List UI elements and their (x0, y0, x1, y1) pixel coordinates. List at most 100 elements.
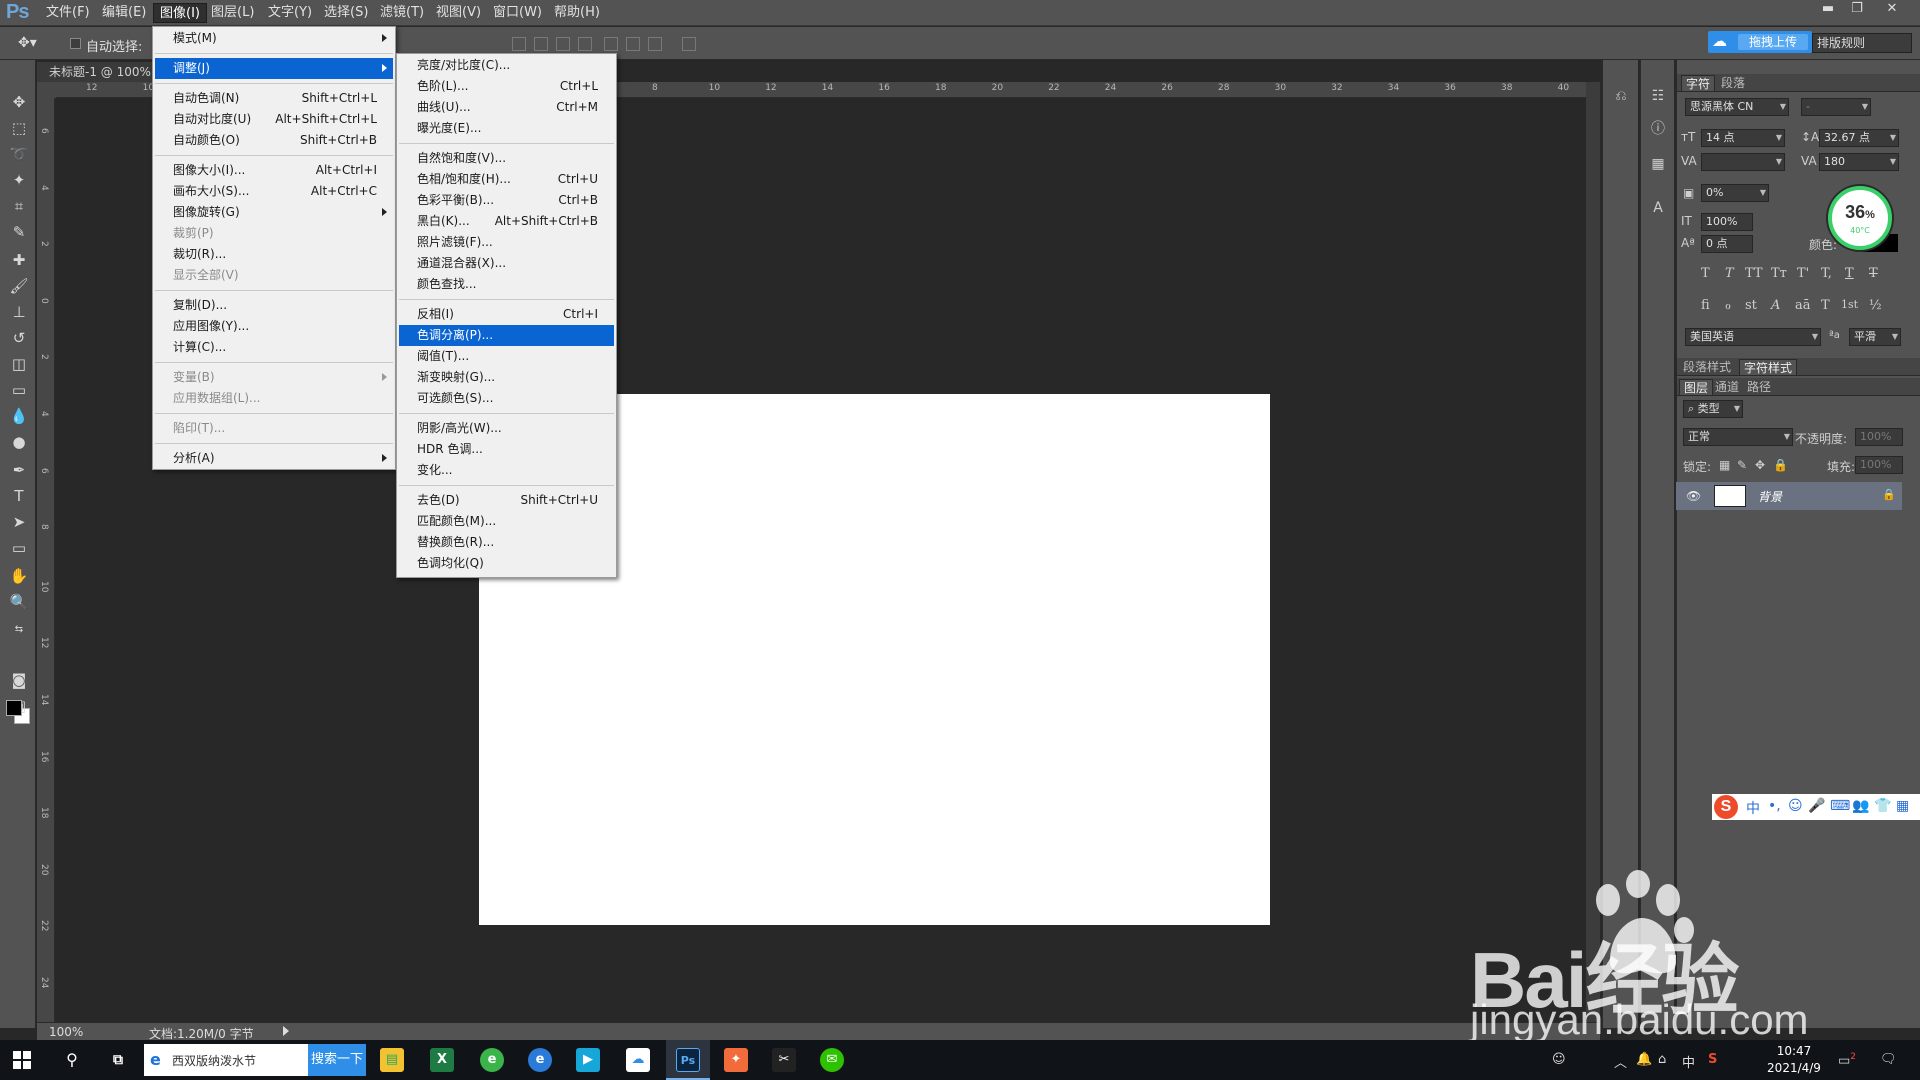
adjust-menu-item-15[interactable]: 阈值(T)... (399, 346, 614, 367)
lock-transparent-icon[interactable]: ▦ (1719, 458, 1730, 472)
adjust-menu-item-20[interactable]: HDR 色调... (399, 439, 614, 460)
sogou-tray-icon[interactable]: S (1708, 1052, 1717, 1067)
align-vcenter-icon[interactable] (534, 37, 548, 51)
menu-type[interactable]: 文字(Y) (262, 3, 318, 23)
image-menu-item-2[interactable]: 调整(J) (155, 58, 393, 79)
align-top-icon[interactable] (512, 37, 526, 51)
image-menu-item-9[interactable]: 画布大小(S)... Alt+Ctrl+C (155, 181, 393, 202)
action-center-badge-icon[interactable]: ▭2 (1838, 1052, 1856, 1068)
blend-mode-select[interactable]: 正常 ▼ (1683, 428, 1793, 446)
menu-image[interactable]: 图像(I) (153, 3, 207, 23)
all-caps-button[interactable]: TT (1745, 266, 1763, 281)
calendar-app-icon[interactable]: ▤ (380, 1048, 404, 1072)
tracking-field[interactable]: 180 ▼ (1819, 153, 1899, 171)
adjust-menu-item-2[interactable]: 曲线(U)... Ctrl+M (399, 97, 614, 118)
adjust-menu-item-8[interactable]: 黑白(K)... Alt+Shift+Ctrl+B (399, 211, 614, 232)
capcut-icon[interactable]: ✂ (772, 1048, 796, 1072)
adjust-menu-item-19[interactable]: 阴影/高光(W)... (399, 418, 614, 439)
align-left-icon[interactable] (578, 37, 592, 51)
swash-button[interactable]: A (1771, 298, 1780, 313)
wechat-icon[interactable]: ✉ (820, 1048, 844, 1072)
titling-button[interactable]: T (1821, 298, 1830, 313)
small-caps-button[interactable]: Tт (1771, 266, 1787, 281)
path-select-icon[interactable]: ➤ (8, 512, 30, 532)
tab-paths[interactable]: 路径 (1743, 379, 1775, 395)
pen-tool-icon[interactable]: ✒ (8, 460, 30, 480)
zoom-level[interactable]: 100% (49, 1025, 83, 1039)
tab-paragraph[interactable]: 段落 (1717, 75, 1749, 91)
info-panel-icon[interactable]: ⓘ (1648, 118, 1668, 137)
image-menu-item-12[interactable]: 裁切(R)... (155, 244, 393, 265)
media-player-icon[interactable]: ▶ (576, 1048, 600, 1072)
crop-tool-icon[interactable]: ⌗ (8, 196, 30, 216)
type-tool-icon[interactable]: T (8, 486, 30, 506)
baseline-shift-field[interactable]: 0 点 (1701, 235, 1753, 253)
adjust-menu-item-16[interactable]: 渐变映射(G)... (399, 367, 614, 388)
adjust-menu-item-23[interactable]: 去色(D) Shift+Ctrl+U (399, 490, 614, 511)
lock-paint-icon[interactable]: ✎ (1737, 458, 1747, 472)
healing-brush-icon[interactable]: ✚ (8, 250, 30, 270)
adjust-menu-item-25[interactable]: 替换颜色(R)... (399, 532, 614, 553)
distribute-center-icon[interactable] (626, 37, 640, 51)
menu-filter[interactable]: 滤镜(T) (374, 3, 430, 23)
task-view-icon[interactable]: ⧉ (106, 1048, 130, 1072)
layer-filter-select[interactable]: ⌕ 类型 ▼ (1683, 400, 1743, 418)
baidu-netdisk-icon[interactable]: ☁ (626, 1048, 650, 1072)
ime-user-icon[interactable]: 👥 (1852, 798, 1869, 814)
adjust-menu-item-1[interactable]: 色阶(L)... Ctrl+L (399, 76, 614, 97)
adjust-menu-item-13[interactable]: 反相(I) Ctrl+I (399, 304, 614, 325)
adjust-menu-item-10[interactable]: 通道混合器(X)... (399, 253, 614, 274)
image-menu-item-8[interactable]: 图像大小(I)... Alt+Ctrl+I (155, 160, 393, 181)
shape-tool-icon[interactable]: ▭ (8, 538, 30, 558)
lock-position-icon[interactable]: ✥ (1755, 458, 1765, 472)
gradient-tool-icon[interactable]: ▭ (8, 380, 30, 400)
browser-search-button[interactable]: 搜索一下 (308, 1044, 366, 1076)
dodge-tool-icon[interactable]: ● (8, 432, 30, 452)
adjust-menu-item-21[interactable]: 变化... (399, 460, 614, 481)
fill-field[interactable]: 100% (1855, 456, 1903, 474)
swap-colors-icon[interactable]: ⇆ (8, 620, 30, 640)
layer-lock-icon[interactable]: 🔒 (1882, 488, 1896, 501)
clone-stamp-icon[interactable]: ⊥ (8, 302, 30, 322)
underline-button[interactable]: T (1845, 266, 1854, 281)
adjust-menu-item-0[interactable]: 亮度/对比度(C)... (399, 55, 614, 76)
photoshop-icon[interactable]: Ps (676, 1048, 700, 1072)
fractions-button[interactable]: ½ (1869, 298, 1882, 313)
close-icon[interactable]: ✕ (1878, 0, 1906, 18)
network-icon[interactable]: ⌂ (1658, 1052, 1666, 1067)
character-panel-icon[interactable]: A (1648, 200, 1668, 218)
auto-select-checkbox[interactable] (70, 38, 81, 49)
ime-emoji-icon[interactable]: ☺ (1788, 798, 1803, 814)
performance-badge[interactable]: 36% 40°C (1828, 186, 1892, 250)
menu-window[interactable]: 窗口(W) (487, 3, 548, 23)
ime-punctuation[interactable]: •, (1768, 798, 1781, 814)
zoom-tool-icon[interactable]: 🔍 (8, 592, 30, 612)
360-browser-icon[interactable]: e (480, 1048, 504, 1072)
adjust-menu-item-14[interactable]: 色调分离(P)... (399, 325, 614, 346)
image-menu-item-5[interactable]: 自动对比度(U) Alt+Shift+Ctrl+L (155, 109, 393, 130)
search-icon[interactable]: ⚲ (60, 1048, 84, 1072)
discretionary-ligatures-button[interactable]: st (1745, 298, 1757, 313)
magic-wand-icon[interactable]: ✦ (8, 170, 30, 190)
adjust-menu-item-3[interactable]: 曝光度(E)... (399, 118, 614, 139)
adjust-menu-item-7[interactable]: 色彩平衡(B)... Ctrl+B (399, 190, 614, 211)
properties-panel-icon[interactable]: ☷ (1648, 88, 1668, 106)
image-menu-item-0[interactable]: 模式(M) (155, 28, 393, 49)
move-tool-icon[interactable]: ✥ (8, 92, 30, 112)
adjust-menu-item-9[interactable]: 照片滤镜(F)... (399, 232, 614, 253)
lasso-tool-icon[interactable]: ➰ (8, 144, 30, 164)
ligatures-button[interactable]: fi (1701, 298, 1710, 313)
align-bottom-icon[interactable] (556, 37, 570, 51)
blur-tool-icon[interactable]: 💧 (8, 406, 30, 426)
adjust-menu-item-26[interactable]: 色调均化(Q) (399, 553, 614, 574)
menu-help[interactable]: 帮助(H) (548, 3, 606, 23)
status-menu-arrow-icon[interactable] (283, 1026, 289, 1036)
eyedropper-icon[interactable]: ✎ (8, 222, 30, 242)
history-brush-icon[interactable]: ↺ (8, 328, 30, 348)
image-menu-item-24[interactable]: 分析(A) (155, 448, 393, 469)
stylistic-alternates-button[interactable]: aā (1795, 298, 1811, 313)
ime-mode-chinese[interactable]: 中 (1746, 798, 1760, 818)
faux-italic-button[interactable]: T (1725, 266, 1734, 281)
people-icon[interactable]: ☺ (1552, 1052, 1566, 1067)
menu-select[interactable]: 选择(S) (318, 3, 374, 23)
